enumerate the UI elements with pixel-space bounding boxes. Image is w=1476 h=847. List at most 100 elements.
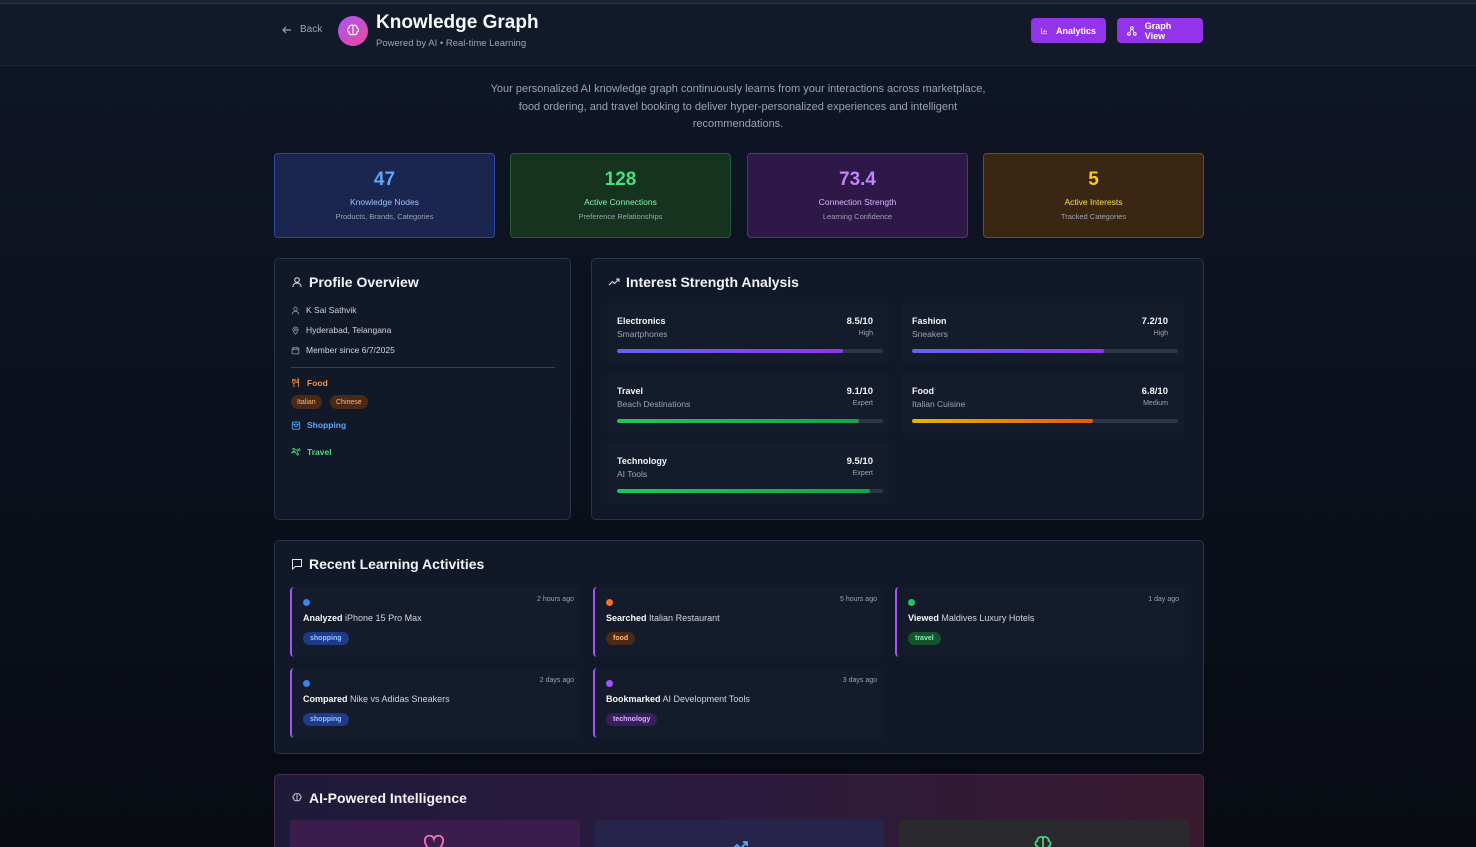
graph-view-button[interactable]: Graph View [1117, 18, 1203, 43]
interest-progress-track [912, 419, 1178, 423]
interest-card-food: Food Italian Cuisine 6.8/10 Medium [902, 373, 1184, 433]
category-travel[interactable]: Travel [291, 447, 332, 457]
page-title: Knowledge Graph [376, 12, 539, 33]
interest-card-fashion: Fashion Sneakers 7.2/10 High [902, 303, 1184, 363]
interest-name: Technology [617, 456, 667, 466]
activity-time: 3 days ago [842, 677, 877, 684]
interest-progress-fill [912, 419, 1093, 423]
activity-text: Bookmarked AI Development Tools [606, 694, 750, 704]
profile-name-row: K Sai Sathvik [291, 305, 357, 315]
stat-card-active-interests: 5 Active Interests Tracked Categories [983, 153, 1204, 238]
stat-value: 47 [373, 169, 396, 190]
message-square-icon [292, 559, 302, 570]
interest-level: High [858, 330, 873, 337]
activity-time: 1 day ago [1148, 596, 1179, 603]
profile-member-since: Member since 6/7/2025 [306, 345, 395, 355]
interest-subcategory: Italian Cuisine [912, 399, 966, 409]
ai-card-preferences[interactable] [290, 820, 580, 847]
activity-time: 2 hours ago [537, 596, 574, 603]
interest-level: Expert [852, 400, 873, 407]
interest-level: Expert [852, 470, 873, 477]
activity-dot [908, 599, 915, 606]
recent-activities-panel: Recent Learning Activities 2 hours ago An… [274, 540, 1204, 754]
stat-sublabel: Preference Relationships [578, 212, 663, 221]
stat-value: 73.4 [839, 169, 876, 190]
interest-subcategory: Smartphones [617, 329, 668, 339]
activity-text: Compared Nike vs Adidas Sneakers [303, 694, 450, 704]
back-button[interactable]: Back [282, 24, 322, 35]
activity-dot [303, 680, 310, 687]
interest-subcategory: Sneakers [912, 329, 948, 339]
analytics-button[interactable]: Analytics [1031, 18, 1106, 43]
interest-name: Travel [617, 386, 644, 396]
food-tag-italian: Italian [291, 395, 322, 409]
category-shopping[interactable]: Shopping [291, 420, 346, 430]
activity-card[interactable]: 2 days ago Compared Nike vs Adidas Sneake… [290, 668, 580, 738]
activity-text: Viewed Maldives Luxury Hotels [908, 613, 1034, 623]
interest-level: Medium [1143, 400, 1168, 407]
calendar-icon [291, 346, 300, 354]
activity-dot [606, 599, 613, 606]
activity-card[interactable]: 5 hours ago Searched Italian Restaurant fo… [593, 587, 883, 657]
interest-name: Electronics [617, 316, 666, 326]
activity-verb: Analyzed [303, 613, 343, 623]
activity-time: 5 hours ago [840, 596, 877, 603]
activity-tag: shopping [303, 632, 349, 645]
activity-tag: shopping [303, 713, 349, 726]
recent-activities-title: Recent Learning Activities [291, 556, 484, 572]
activity-text: Analyzed iPhone 15 Pro Max [303, 613, 422, 623]
stat-label: Active Interests [1064, 197, 1123, 207]
interest-strength-panel: Interest Strength Analysis Electronics Sm… [591, 258, 1204, 520]
recent-activities-title-text: Recent Learning Activities [309, 556, 485, 572]
activity-tag: technology [606, 713, 658, 726]
activity-time: 2 days ago [539, 677, 574, 684]
stat-card-active-connections: 128 Active Connections Preference Relati… [510, 153, 731, 238]
heart-icon [423, 835, 445, 847]
interest-progress-fill [912, 349, 1104, 353]
activity-card[interactable]: 3 days ago Bookmarked AI Development Tool… [593, 668, 883, 738]
interest-strength-title-text: Interest Strength Analysis [626, 274, 799, 290]
map-pin-icon [292, 326, 299, 335]
stat-sublabel: Tracked Categories [1060, 212, 1127, 221]
interest-progress-track [912, 349, 1178, 353]
profile-location: Hyderabad, Telangana [306, 325, 392, 335]
activity-object: Nike vs Adidas Sneakers [350, 694, 450, 704]
interest-progress-fill [617, 349, 844, 353]
activity-tag: travel [908, 632, 941, 645]
trending-up-icon [733, 841, 748, 847]
activity-object: AI Development Tools [662, 694, 750, 704]
activity-tag: food [606, 632, 636, 645]
activity-card[interactable]: 2 hours ago Analyzed iPhone 15 Pro Max sho… [290, 587, 580, 657]
brain-icon [1034, 836, 1052, 847]
interest-progress-track [617, 419, 883, 423]
brain-icon [292, 793, 302, 802]
page-description: Your personalized AI knowledge graph con… [490, 83, 986, 130]
stat-value: 128 [604, 169, 637, 190]
interest-card-electronics: Electronics Smartphones 8.5/10 High [607, 303, 889, 363]
activity-verb: Compared [303, 694, 348, 704]
ai-intelligence-title: AI-Powered Intelligence [291, 790, 467, 806]
stat-value: 5 [1088, 169, 1099, 190]
interest-score: 9.1/10 [846, 386, 873, 397]
graph-view-label: Graph View [1144, 20, 1172, 41]
stat-label: Active Connections [584, 197, 657, 207]
category-food[interactable]: Food [291, 378, 328, 388]
stat-card-connection-strength: 73.4 Connection Strength Learning Confid… [747, 153, 968, 238]
interest-progress-track [617, 489, 883, 493]
activity-verb: Viewed [908, 613, 939, 623]
activity-verb: Searched [606, 613, 647, 623]
profile-overview-title: Profile Overview [291, 274, 419, 290]
shopping-bag-icon [291, 421, 301, 430]
activity-object: Maldives Luxury Hotels [941, 613, 1035, 623]
activity-dot [303, 599, 310, 606]
category-travel-label: Travel [307, 447, 332, 457]
network-icon [1127, 25, 1137, 36]
activity-object: Italian Restaurant [649, 613, 720, 623]
ai-card-insights[interactable] [899, 820, 1189, 847]
interest-card-travel: Travel Beach Destinations 9.1/10 Expert [607, 373, 889, 433]
activity-card[interactable]: 1 day ago Viewed Maldives Luxury Hotels tr… [895, 587, 1185, 657]
activity-text: Searched Italian Restaurant [606, 613, 720, 623]
plane-icon [291, 447, 301, 456]
ai-card-trends[interactable] [594, 820, 884, 847]
category-food-label: Food [307, 378, 328, 388]
